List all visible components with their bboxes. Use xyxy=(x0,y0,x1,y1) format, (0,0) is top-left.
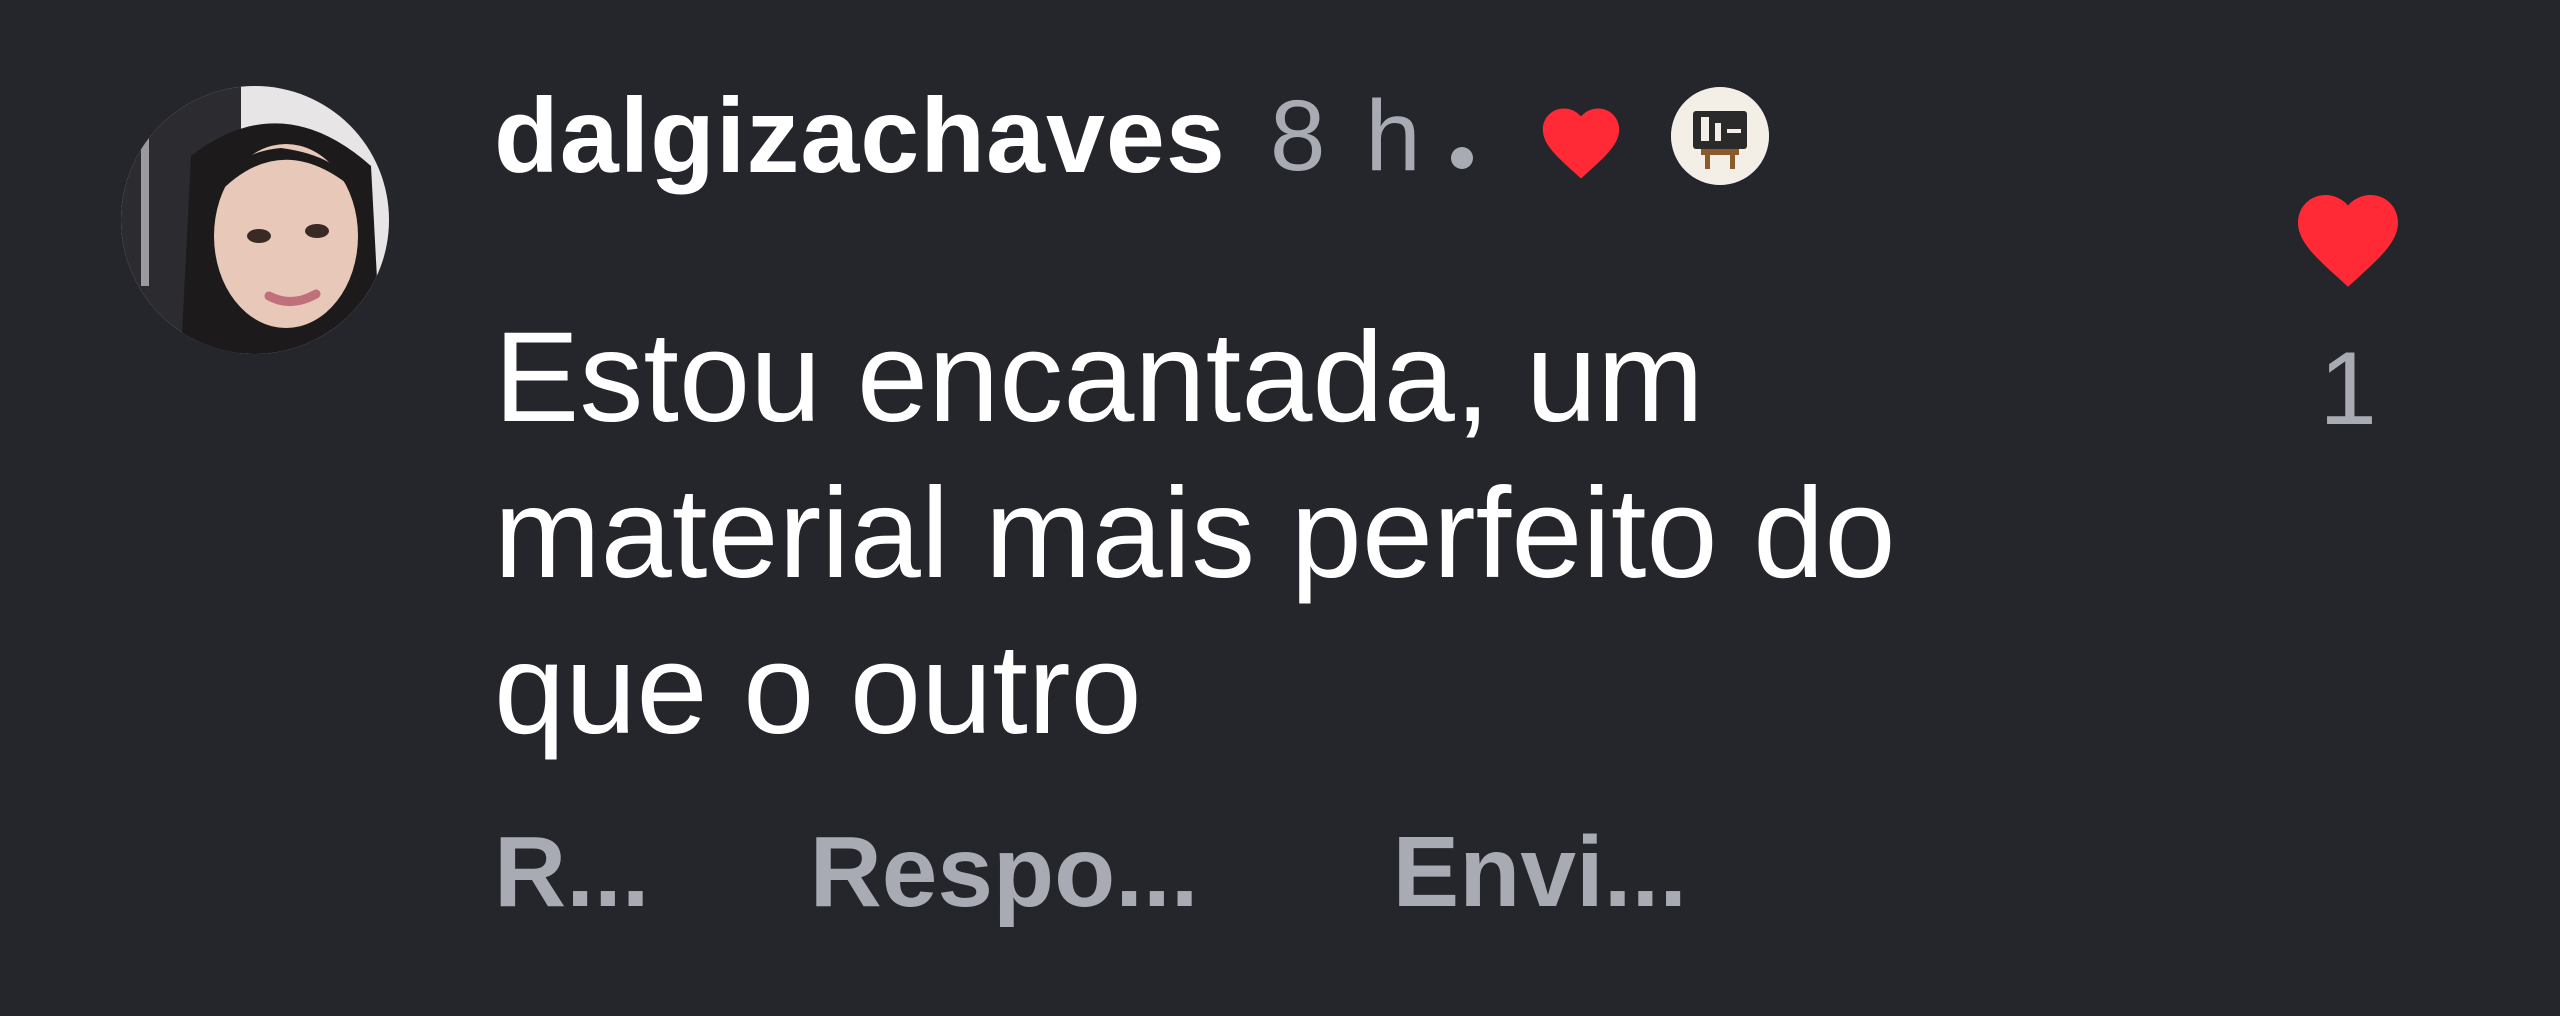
reply-button[interactable]: R... xyxy=(494,815,650,930)
view-replies-button[interactable]: Respo... xyxy=(810,815,1199,930)
separator-dot xyxy=(1450,147,1473,169)
comment-item: dalgizachaves 8 h Estou encantada, um ma… xyxy=(0,0,2560,1016)
comment-text-line: Estou encantada, um xyxy=(494,306,1704,449)
timestamp: 8 h xyxy=(1269,79,1427,192)
author-liked-heart-icon xyxy=(1535,97,1627,181)
creator-avatar-icon xyxy=(1670,87,1769,185)
send-button[interactable]: Envi... xyxy=(1393,815,1688,930)
username[interactable]: dalgizachaves xyxy=(494,76,1226,197)
comment-text: Estou encantada, um material mais perfei… xyxy=(494,300,2194,768)
avatar-photo xyxy=(121,86,389,354)
comment-actions: R... Respo... Envi... xyxy=(494,812,1687,932)
comment-header: dalgizachaves 8 h xyxy=(494,76,1769,196)
avatar[interactable] xyxy=(121,86,389,354)
comment-text-line: material mais perfeito do xyxy=(494,462,1896,605)
like-heart-icon[interactable] xyxy=(2288,180,2408,290)
comment-text-line: que o outro xyxy=(494,618,1142,761)
like-count: 1 xyxy=(2319,331,2377,447)
